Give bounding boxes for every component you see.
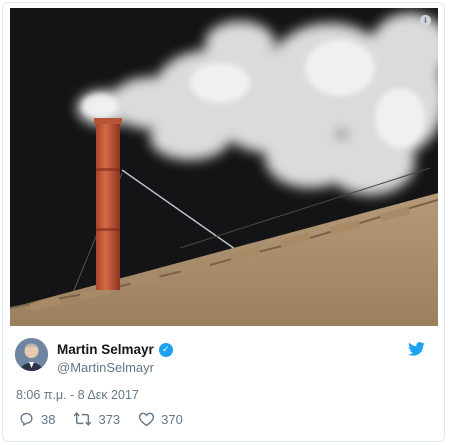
retweet-action[interactable]: 373 [73,411,120,427]
verified-badge-icon: ✓ [158,342,173,357]
avatar[interactable] [15,338,48,371]
author-handle[interactable]: @MartinSelmayr [57,360,154,375]
retweet-icon [74,412,92,426]
tweet-card[interactable]: i Martin Selmayr ✓ @MartinSelmayr 8:06 π… [2,2,445,442]
reply-action[interactable]: 38 [18,411,55,427]
tweet-actions: 38 373 370 [18,411,201,427]
author-name[interactable]: Martin Selmayr [57,342,154,357]
tweet-timestamp[interactable]: 8:06 π.μ. - 8 Δεκ 2017 [16,388,139,402]
like-action[interactable]: 370 [138,411,183,427]
retweet-count: 373 [98,411,121,427]
reply-count: 38 [41,411,56,427]
chimney-smoke-image [10,8,438,326]
heart-icon [139,412,155,427]
twitter-bird-icon[interactable] [408,342,425,361]
tweet-author[interactable]: Martin Selmayr ✓ @MartinSelmayr [15,338,437,378]
reply-icon [20,413,33,427]
like-count: 370 [161,411,183,427]
info-icon[interactable]: i [420,15,431,26]
profile-photo-icon [15,338,48,371]
tweet-photo[interactable]: i [10,8,438,326]
